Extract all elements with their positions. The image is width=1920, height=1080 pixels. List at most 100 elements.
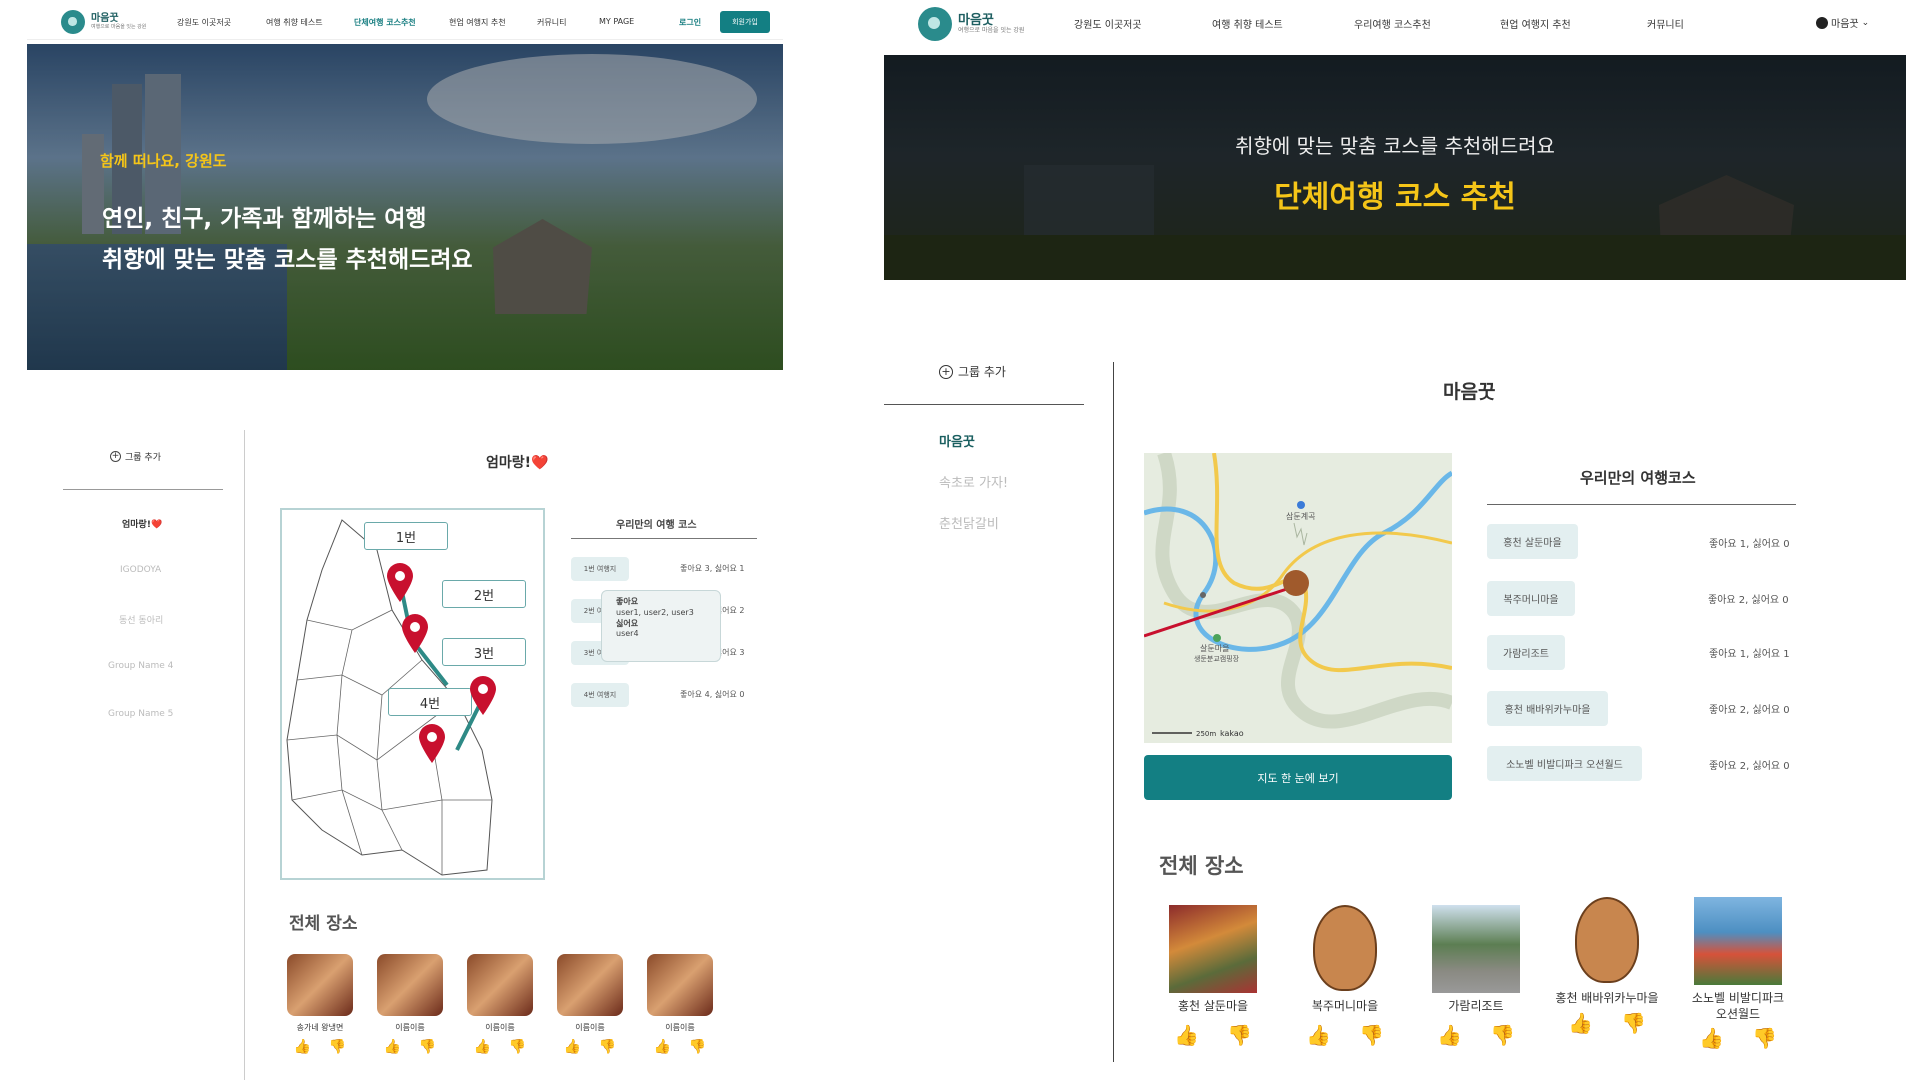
place-photo: [467, 954, 533, 1016]
nav-item[interactable]: 커뮤니티: [1647, 16, 1684, 31]
place-name: 소노벨 비발디파크 오션월드: [1691, 991, 1785, 1021]
sidebar-group[interactable]: IGODOYA: [120, 565, 161, 575]
right-logo[interactable]: 마음꿋 여행으로 마음을 잇는 강원: [918, 7, 1024, 41]
course-chip[interactable]: 복주머니마을: [1487, 581, 1575, 616]
nav-item[interactable]: 현업 여행지 추천: [449, 17, 506, 28]
left-screenshot: 마음꿋 여행으로 마음을 잇는 강원 강원도 이곳저곳 여행 취향 테스트 단체…: [0, 0, 800, 1080]
plus-circle-icon: +: [110, 451, 121, 462]
left-add-group-button[interactable]: + 그룹 추가: [110, 450, 161, 463]
thumbs-down-icon[interactable]: 👎: [1621, 1011, 1646, 1035]
sidebar-group[interactable]: Group Name 5: [108, 709, 173, 719]
course-chip[interactable]: 소노벨 비발디파크 오션월드: [1487, 746, 1642, 781]
left-place-card[interactable]: 송가네 왕냉면 👍 👎: [285, 954, 355, 1055]
user-menu[interactable]: 마음꿋 ⌄: [1816, 15, 1869, 30]
left-course-map: 1번 2번 3번 4번: [280, 508, 545, 880]
thumbs-up-icon[interactable]: 👍: [1568, 1011, 1593, 1035]
thumbs-up-icon[interactable]: 👍: [1174, 1023, 1199, 1047]
sidebar-group-active[interactable]: 마음꿋: [939, 431, 975, 450]
map-brand-label: kakao: [1220, 729, 1244, 738]
course-list-title: 우리만의 여행 코스: [616, 520, 697, 531]
right-add-group-button[interactable]: + 그룹 추가: [939, 363, 1006, 380]
nav-item[interactable]: 여행 취향 테스트: [1212, 16, 1283, 31]
thumbs-down-icon[interactable]: 👎: [329, 1039, 346, 1055]
course-chip[interactable]: 4번 여행지: [571, 683, 629, 707]
right-place-card[interactable]: 소노벨 비발디파크 오션월드 👍 👎: [1685, 897, 1791, 1050]
map-course-label-4[interactable]: 4번: [388, 688, 472, 716]
thumbs-down-icon[interactable]: 👎: [1227, 1023, 1252, 1047]
right-place-card[interactable]: 가람리조트 👍 👎: [1423, 905, 1529, 1047]
thumbs-down-icon[interactable]: 👎: [419, 1039, 436, 1055]
thumbs-up-icon[interactable]: 👍: [654, 1039, 671, 1055]
map-pin-icon[interactable]: [385, 562, 415, 602]
tooltip-dislike-users: user4: [616, 629, 639, 639]
place-photo: [1694, 897, 1782, 985]
tooltip-dislike-label: 싫어요: [616, 618, 639, 628]
hero-line-1: 연인, 친구, 가족과 함께하는 여행: [102, 206, 427, 232]
thumbs-down-icon[interactable]: 👎: [689, 1039, 706, 1055]
sidebar-group[interactable]: Group Name 4: [108, 661, 173, 671]
map-course-label-2[interactable]: 2번: [442, 580, 526, 608]
thumbs-down-icon[interactable]: 👎: [1752, 1026, 1777, 1050]
hero-kicker: 함께 떠나요, 강원도: [100, 152, 227, 170]
place-photo: [647, 954, 713, 1016]
right-kakao-map[interactable]: 삼둔계곡 살둔마을 생둔분교캠핑장 250m kakao: [1144, 453, 1452, 743]
thumbs-down-icon[interactable]: 👎: [1490, 1023, 1515, 1047]
sidebar-group[interactable]: 춘천닭갈비: [939, 513, 999, 532]
place-name: 이름이름: [665, 1023, 695, 1032]
map-course-label-1[interactable]: 1번: [364, 522, 448, 550]
map-pin-icon[interactable]: [400, 613, 430, 653]
left-place-card[interactable]: 이름이름 👍 👎: [375, 954, 445, 1055]
nav-item[interactable]: 여행 취향 테스트: [266, 17, 323, 28]
view-map-button[interactable]: 지도 한 눈에 보기: [1144, 755, 1452, 800]
thumbs-up-icon[interactable]: 👍: [294, 1039, 311, 1055]
thumbs-down-icon[interactable]: 👎: [1359, 1023, 1384, 1047]
thumbs-up-icon[interactable]: 👍: [474, 1039, 491, 1055]
sidebar-group-active[interactable]: 엄마랑!❤️: [122, 517, 162, 530]
signup-button[interactable]: 회원가입: [720, 11, 770, 33]
thumbs-up-icon[interactable]: 👍: [564, 1039, 581, 1055]
map-pin-icon[interactable]: [468, 675, 498, 715]
course-chip[interactable]: 홍천 살둔마을: [1487, 524, 1578, 559]
right-place-card[interactable]: 복주머니마을 👍 👎: [1292, 905, 1398, 1047]
right-header: 마음꿋 여행으로 마음을 잇는 강원 강원도 이곳저곳 여행 취향 테스트 우리…: [884, 0, 1906, 50]
sidebar-group[interactable]: 동선 동아리: [119, 613, 163, 626]
sidebar-group[interactable]: 속초로 가자!: [939, 472, 1008, 491]
thumbs-up-icon[interactable]: 👍: [1306, 1023, 1331, 1047]
thumbs-up-icon[interactable]: 👍: [384, 1039, 401, 1055]
hero-line-2: 취향에 맞는 맞춤 코스를 추천해드려요: [102, 247, 473, 273]
course-chip[interactable]: 홍천 배바위카누마을: [1487, 691, 1608, 726]
right-place-card[interactable]: 홍천 배바위카누마을 👍 👎: [1554, 897, 1660, 1035]
nav-item[interactable]: 현업 여행지 추천: [1500, 16, 1571, 31]
place-name: 복주머니마을: [1311, 999, 1379, 1013]
left-logo[interactable]: 마음꿋 여행으로 마음을 잇는 강원: [61, 10, 146, 34]
nav-item-mypage[interactable]: MY PAGE: [599, 17, 634, 26]
hero-subtitle: 취향에 맞는 맞춤 코스를 추천해드려요: [1235, 134, 1555, 158]
nav-item-active[interactable]: 단체여행 코스추천: [354, 17, 416, 28]
right-place-card[interactable]: 홍천 살둔마을 👍 👎: [1160, 905, 1266, 1047]
place-name: 홍천 살둔마을: [1177, 999, 1249, 1013]
thumbs-down-icon[interactable]: 👎: [509, 1039, 526, 1055]
login-link[interactable]: 로그인: [679, 17, 701, 28]
map-course-label-3[interactable]: 3번: [442, 638, 526, 666]
place-name: 이름이름: [575, 1023, 605, 1032]
nav-item[interactable]: 커뮤니티: [537, 17, 566, 28]
nav-item[interactable]: 강원도 이곳저곳: [1074, 16, 1142, 31]
left-place-card[interactable]: 이름이름 👍 👎: [555, 954, 625, 1055]
nav-item[interactable]: 우리여행 코스추천: [1354, 16, 1431, 31]
all-places-title: 전체 장소: [1159, 854, 1244, 878]
left-place-card[interactable]: 이름이름 👍 👎: [645, 954, 715, 1055]
course-chip[interactable]: 1번 여행지: [571, 557, 629, 581]
nav-item[interactable]: 강원도 이곳저곳: [177, 17, 231, 28]
left-header: 마음꿋 여행으로 마음을 잇는 강원 강원도 이곳저곳 여행 취향 테스트 단체…: [27, 4, 783, 40]
left-place-card[interactable]: 이름이름 👍 👎: [465, 954, 535, 1055]
course-chip[interactable]: 가람리조트: [1487, 635, 1565, 670]
place-name: 홍천 배바위카누마을: [1555, 991, 1659, 1005]
thumbs-up-icon[interactable]: 👍: [1437, 1023, 1462, 1047]
thumbs-up-icon[interactable]: 👍: [1699, 1026, 1724, 1050]
chevron-down-icon: ⌄: [1861, 17, 1870, 28]
map-pin-icon[interactable]: [417, 723, 447, 763]
place-photo: [557, 954, 623, 1016]
map-poi-label: 살둔마을: [1200, 644, 1229, 653]
course-stats: 좋아요 1, 싫어요 1: [1709, 649, 1790, 660]
thumbs-down-icon[interactable]: 👎: [599, 1039, 616, 1055]
